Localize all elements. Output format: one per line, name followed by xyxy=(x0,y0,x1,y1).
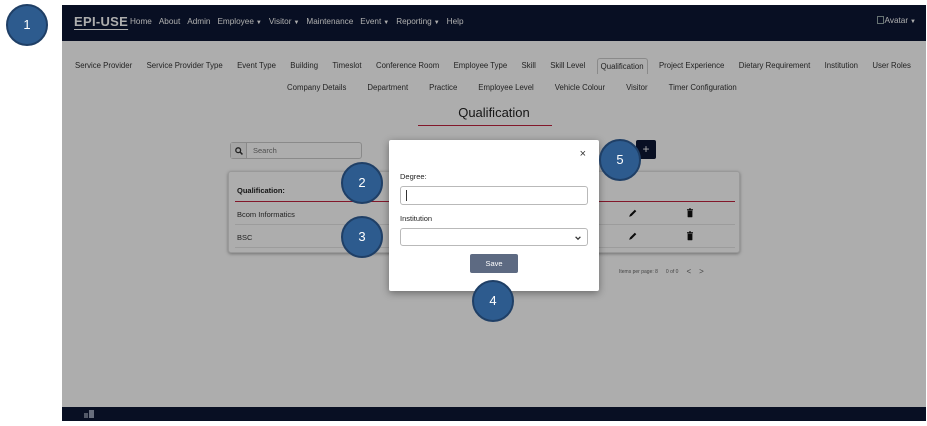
add-qualification-dialog: × Degree: Institution Save xyxy=(389,140,599,291)
callout-2: 2 xyxy=(341,162,383,204)
close-icon[interactable]: × xyxy=(580,149,586,160)
institution-select[interactable] xyxy=(400,228,588,246)
screenshot-stage: EPI-USE Home About Admin Employee ▼ Visitor ▼ M… xyxy=(0,0,927,426)
callout-1: 1 xyxy=(6,4,48,46)
chevron-down-icon xyxy=(575,236,581,241)
text-cursor xyxy=(406,190,407,201)
degree-input[interactable] xyxy=(400,186,588,205)
save-button[interactable]: Save xyxy=(470,254,518,273)
callout-4: 4 xyxy=(472,280,514,322)
callout-5: 5 xyxy=(599,139,641,181)
callout-3: 3 xyxy=(341,216,383,258)
degree-label: Degree: xyxy=(400,172,427,181)
institution-label: Institution xyxy=(400,214,433,223)
